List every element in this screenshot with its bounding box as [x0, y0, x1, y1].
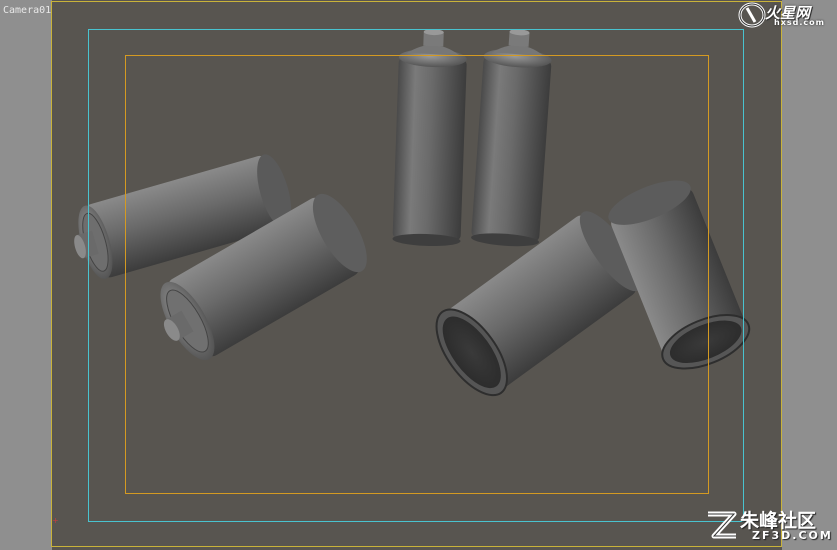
viewport-label[interactable]: Camera01 — [3, 5, 51, 16]
zf3d-logo-icon — [708, 511, 737, 539]
camera-viewport[interactable]: Camera01 + 火星网 hxsd.com 朱峰社区 ZF3D.COM — [0, 0, 837, 550]
scene-objects — [74, 27, 751, 397]
hxsd-site-text: hxsd.com — [774, 18, 825, 27]
hxsd-watermark: 火星网 hxsd.com — [738, 2, 834, 28]
zf3d-site-text: ZF3D.COM — [752, 529, 833, 542]
hxsd-logo-icon — [738, 2, 766, 28]
zf3d-watermark: 朱峰社区 ZF3D.COM — [702, 506, 837, 550]
axis-tick-icon: + — [52, 516, 59, 525]
spray-can-4[interactable] — [471, 27, 554, 248]
spray-can-3[interactable] — [392, 28, 468, 247]
